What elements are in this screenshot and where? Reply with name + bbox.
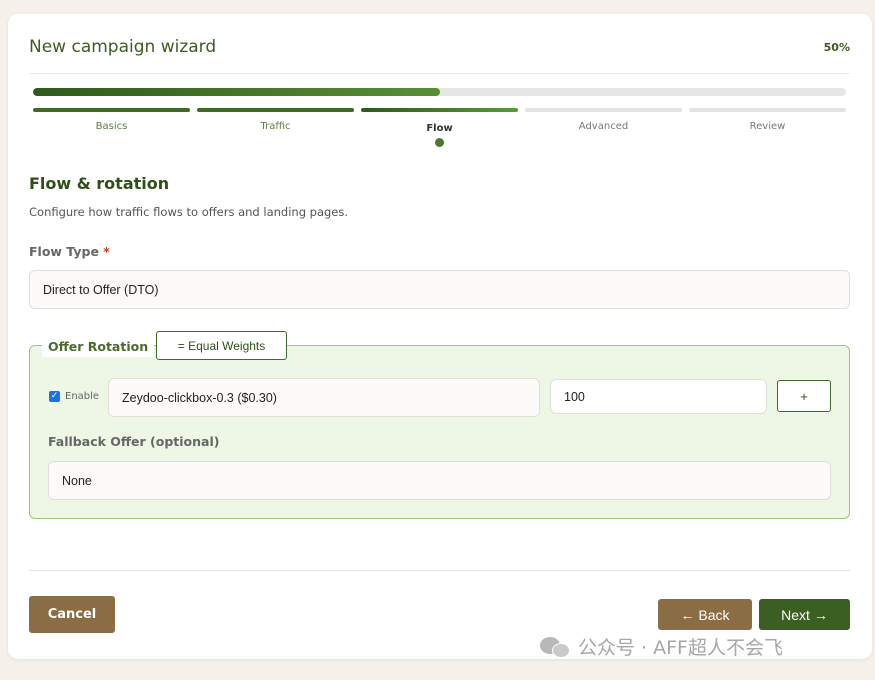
header-divider <box>29 73 850 74</box>
step-review[interactable]: Review <box>689 108 846 132</box>
flow-type-select[interactable]: Direct to Offer (DTO) <box>29 270 850 309</box>
offer-select[interactable]: Zeydoo-clickbox-0.3 ($0.30) <box>108 378 540 417</box>
footer-divider <box>29 570 850 571</box>
wechat-icon <box>540 635 572 659</box>
current-step-dot <box>435 138 444 147</box>
offer-value: Zeydoo-clickbox-0.3 ($0.30) <box>122 390 277 405</box>
offer-rotation-panel: Offer Rotation = Equal Weights ✓ Enable … <box>29 331 850 519</box>
watermark: 公众号 · AFF超人不会飞 <box>540 633 783 660</box>
progress-percent: 50% <box>823 41 850 54</box>
enable-checkbox[interactable]: ✓ <box>49 391 60 402</box>
fallback-offer-label: Fallback Offer (optional) <box>48 434 220 449</box>
step-label: Flow <box>426 123 453 134</box>
step-basics[interactable]: Basics <box>33 108 190 132</box>
step-bar <box>361 108 518 112</box>
weight-value: 100 <box>564 389 585 404</box>
step-advanced[interactable]: Advanced <box>525 108 682 132</box>
wizard-title: New campaign wizard <box>29 37 217 57</box>
step-flow[interactable]: Flow <box>361 108 518 147</box>
flow-type-value: Direct to Offer (DTO) <box>43 282 159 297</box>
flow-type-label-text: Flow Type <box>29 244 99 259</box>
step-label: Basics <box>95 121 128 132</box>
step-bar <box>525 108 682 112</box>
step-label: Review <box>749 121 786 132</box>
progress-fill <box>33 88 440 96</box>
enable-label: Enable <box>65 391 100 402</box>
watermark-text: 公众号 · AFF超人不会飞 <box>578 637 783 659</box>
step-traffic[interactable]: Traffic <box>197 108 354 132</box>
next-button[interactable]: Next → <box>759 599 850 630</box>
add-offer-button[interactable]: + <box>777 380 831 412</box>
section-title: Flow & rotation <box>29 174 170 193</box>
cancel-button[interactable]: Cancel <box>29 596 115 633</box>
section-description: Configure how traffic flows to offers an… <box>29 205 349 219</box>
step-label: Traffic <box>260 121 291 132</box>
step-label: Advanced <box>578 121 629 132</box>
weight-input[interactable]: 100 <box>550 379 767 414</box>
step-bar <box>197 108 354 112</box>
step-bar <box>689 108 846 112</box>
step-indicator: Basics Traffic Flow Advanced Review <box>33 108 846 158</box>
offer-rotation-legend: Offer Rotation <box>42 335 155 357</box>
equal-weights-button[interactable]: = Equal Weights <box>156 331 287 360</box>
wizard-card: New campaign wizard 50% Basics Traffic F… <box>8 14 872 659</box>
offer-enable-toggle[interactable]: ✓ Enable <box>49 391 99 402</box>
step-bar <box>33 108 190 112</box>
back-button[interactable]: ← Back <box>658 599 752 630</box>
fallback-offer-value: None <box>62 473 92 488</box>
required-mark: * <box>103 244 110 259</box>
flow-type-label: Flow Type * <box>29 244 110 259</box>
progress-bar <box>33 88 846 96</box>
fallback-offer-select[interactable]: None <box>48 461 831 500</box>
